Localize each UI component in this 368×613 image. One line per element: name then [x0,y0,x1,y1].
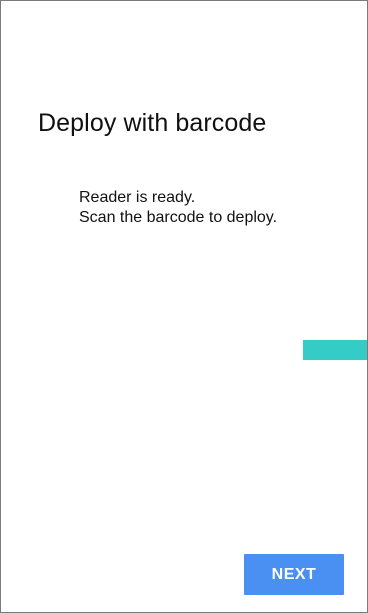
next-button[interactable]: NEXT [244,554,344,595]
scan-progress-indicator [303,340,367,360]
screen-frame: Deploy with barcode Reader is ready. Sca… [0,0,368,613]
page-title: Deploy with barcode [38,109,267,137]
status-line-ready: Reader is ready. [79,189,196,206]
status-line-instruction: Scan the barcode to deploy. [79,209,278,226]
status-message: Reader is ready. Scan the barcode to dep… [79,188,277,228]
